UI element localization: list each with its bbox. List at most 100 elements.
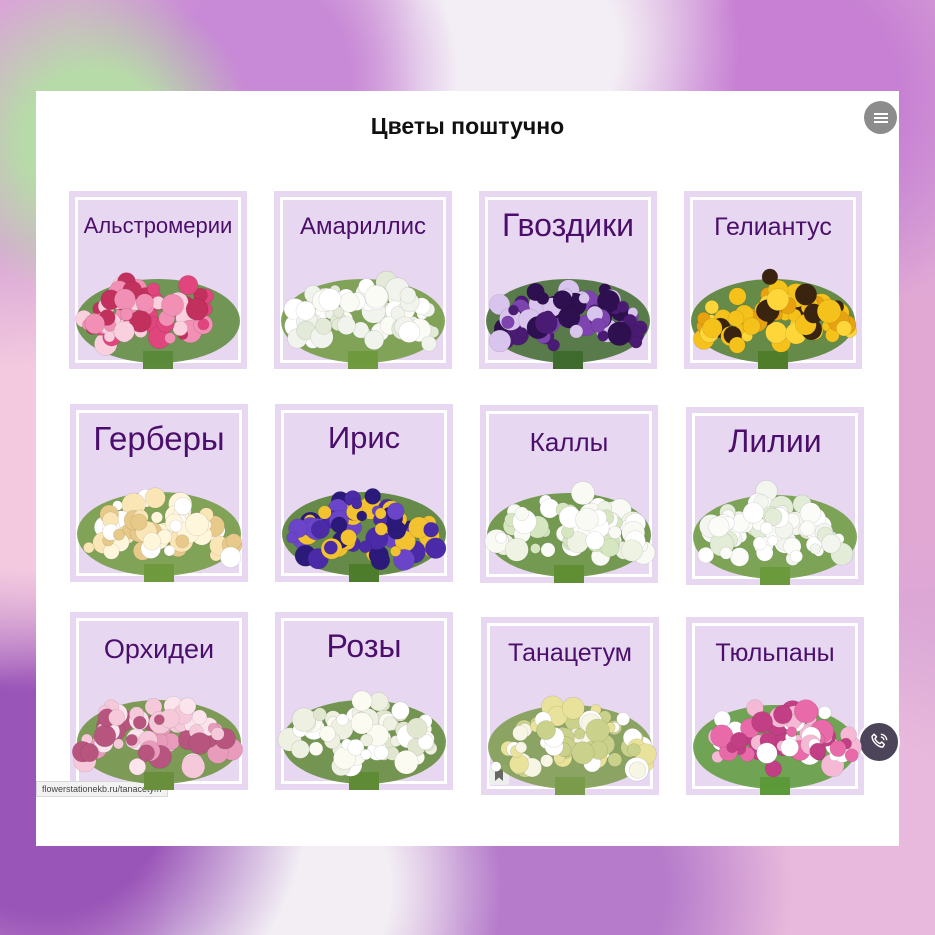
flower-head — [391, 701, 410, 720]
flower-head — [172, 320, 188, 337]
flower-head — [728, 287, 747, 306]
flower-head — [512, 725, 529, 742]
flower-tile-1[interactable]: Альстромерии — [69, 191, 247, 369]
flower-head — [125, 734, 138, 746]
flower-head — [169, 519, 183, 533]
flower-head — [339, 292, 360, 313]
flower-head — [210, 727, 225, 741]
flower-head — [164, 332, 176, 344]
flower-head — [490, 761, 502, 772]
flower-head — [423, 521, 439, 538]
flower-head — [398, 321, 421, 343]
flower-tile-label: Танацетум — [507, 639, 632, 667]
flower-head — [359, 540, 372, 554]
flower-head — [130, 513, 148, 531]
flower-head — [185, 298, 209, 321]
flower-head — [350, 711, 374, 735]
flower-head — [161, 293, 184, 317]
flower-head — [794, 283, 817, 306]
flower-head — [799, 520, 816, 537]
flower-head — [534, 311, 558, 335]
flower-head — [727, 310, 745, 327]
flower-head — [308, 741, 324, 757]
flower-tile-4[interactable]: Гелиантус — [684, 191, 862, 369]
flower-head — [708, 515, 730, 538]
flower-head — [547, 338, 560, 352]
flower-head — [108, 709, 126, 727]
flower-tile-label: Тюльпаны — [715, 639, 835, 667]
flower-tile-5[interactable]: Герберы — [70, 404, 248, 582]
flower-tile-7[interactable]: Каллы — [480, 405, 658, 583]
flower-head — [113, 321, 135, 343]
flower-tile-8[interactable]: Лилии — [686, 407, 864, 585]
flower-head — [313, 707, 327, 722]
flower-head — [337, 316, 356, 336]
flower-head — [585, 718, 610, 743]
flower-head — [628, 761, 647, 779]
flower-head — [616, 712, 630, 726]
flower-head — [756, 742, 778, 764]
flower-tile-label: Амариллис — [299, 213, 427, 240]
flower-head — [816, 298, 842, 324]
flower-head — [370, 550, 391, 571]
flower-head — [364, 488, 381, 505]
flower-tile-2[interactable]: Амариллис — [274, 191, 452, 369]
flower-head — [702, 318, 723, 339]
flower-head — [789, 549, 803, 563]
flower-head — [319, 725, 336, 743]
flower-tile-10[interactable]: Розы — [275, 612, 453, 790]
catalog-panel: Цветы поштучно Альстромерии Амариллис Гвоз… — [36, 91, 899, 846]
flower-head — [399, 287, 417, 304]
flower-tile-6[interactable]: Ирис — [275, 404, 453, 582]
flower-head — [390, 545, 402, 557]
flower-head — [135, 293, 154, 312]
flower-head — [607, 321, 632, 346]
flower-head — [364, 284, 389, 309]
flower-head — [495, 531, 507, 544]
flower-head — [83, 541, 95, 554]
flower-head — [340, 529, 357, 546]
flower-head — [536, 292, 550, 305]
flower-head — [191, 709, 208, 726]
flower-head — [704, 300, 719, 315]
flower-head — [374, 522, 388, 536]
flower-head — [627, 743, 641, 757]
flower-head — [351, 498, 363, 510]
flower-head — [514, 506, 530, 522]
flower-tile-label: Герберы — [93, 420, 225, 457]
flower-head — [488, 329, 512, 353]
flower-head — [742, 317, 761, 336]
flower-head — [114, 288, 136, 311]
flower-head — [767, 535, 779, 547]
flower-head — [752, 536, 767, 551]
flower-head — [809, 543, 821, 555]
flower-head — [608, 525, 622, 540]
hamburger-menu-icon — [873, 112, 888, 123]
flower-head — [225, 533, 242, 550]
flower-head — [374, 507, 387, 520]
flower-tile-9[interactable]: Орхидеи — [70, 612, 248, 790]
flower-head — [351, 690, 373, 712]
flower-head — [315, 317, 333, 335]
flower-head — [516, 327, 528, 339]
flower-head — [137, 744, 155, 762]
flower-head — [571, 741, 595, 765]
menu-button[interactable] — [864, 101, 897, 134]
flower-head — [133, 715, 147, 730]
flower-head — [773, 704, 793, 725]
flower-head — [536, 720, 556, 741]
flower-head — [742, 502, 765, 524]
flower-tile-11[interactable]: Танацетум — [481, 617, 659, 795]
flower-head — [386, 502, 405, 521]
call-button[interactable] — [858, 721, 900, 763]
flower-tile-label: Гвоздики — [502, 207, 634, 243]
flower-head — [120, 308, 133, 321]
flower-head — [780, 738, 799, 757]
flower-head — [540, 542, 556, 558]
flower-head — [178, 275, 199, 296]
flower-head — [178, 697, 197, 715]
flower-head — [569, 324, 584, 339]
flower-tile-3[interactable]: Гвоздики — [479, 191, 657, 369]
flower-head — [786, 726, 798, 738]
flower-tile-12[interactable]: Тюльпаны — [686, 617, 864, 795]
